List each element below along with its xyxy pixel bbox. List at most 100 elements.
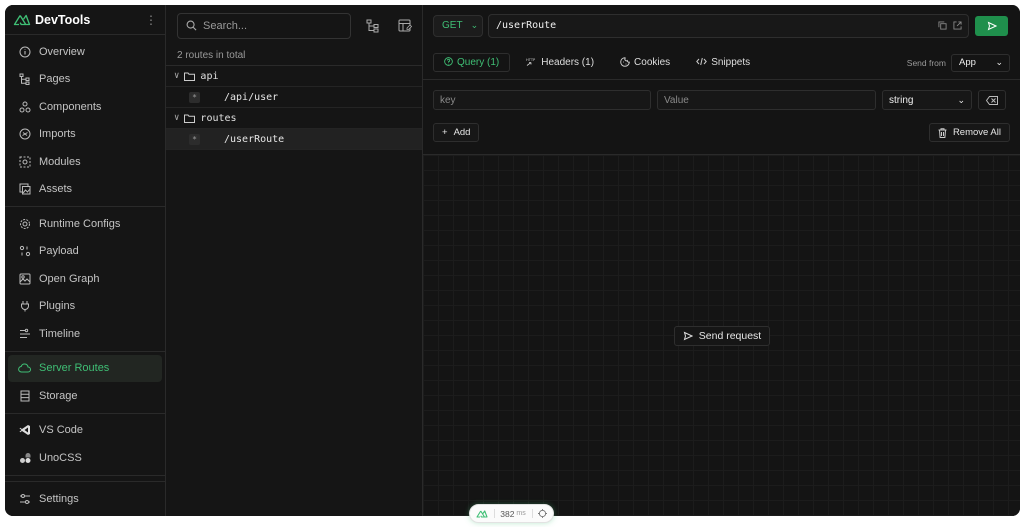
sidebar-item-label: Storage	[39, 389, 78, 402]
tab-query[interactable]: Query (1)	[433, 53, 511, 72]
tab-label: Snippets	[711, 57, 751, 68]
table-edit-icon[interactable]	[396, 17, 414, 35]
send-button[interactable]	[975, 15, 1008, 36]
sidebar-item-label: UnoCSS	[39, 451, 82, 464]
svg-text:HTTP: HTTP	[526, 58, 536, 62]
open-graph-icon	[18, 272, 31, 285]
search-placeholder: Search...	[203, 19, 248, 32]
tab-cookies[interactable]: Cookies	[610, 53, 680, 72]
sidebar-item-server-routes[interactable]: Server Routes	[8, 354, 162, 382]
tab-headers[interactable]: HTTP Headers (1)	[516, 53, 604, 72]
send-from-label: Send from	[906, 57, 946, 68]
storage-icon	[18, 389, 31, 402]
chevron-down-icon: ⌄	[470, 20, 479, 30]
more-menu-icon[interactable]: ⋮	[145, 13, 157, 27]
param-type-select[interactable]: string ⌄	[882, 90, 972, 110]
sidebar-item-label: Imports	[39, 128, 76, 141]
sidebar-item-modules[interactable]: Modules	[8, 148, 162, 176]
component-inspector-button[interactable]	[532, 505, 553, 522]
routes-panel: Search... 2 routes in total ∨ api */api/us…	[166, 5, 423, 516]
sidebar-item-pages[interactable]: Pages	[8, 66, 162, 94]
chevron-down-icon: ∨	[174, 71, 180, 81]
sidebar-item-unocss[interactable]: UnoCSS	[8, 444, 162, 472]
sidebar-item-plugins[interactable]: Plugins	[8, 293, 162, 321]
routes-count: 2 routes in total	[166, 46, 422, 66]
param-key-input[interactable]: key	[433, 90, 651, 110]
sidebar-item-label: Pages	[39, 73, 71, 86]
search-input[interactable]: Search...	[177, 12, 351, 39]
param-key-placeholder: key	[440, 94, 456, 106]
param-row: key Value string ⌄	[433, 90, 1010, 110]
vscode-icon	[18, 424, 31, 437]
cloud-icon	[18, 362, 31, 375]
route-folder[interactable]: ∨ api	[166, 66, 422, 87]
sidebar-item-overview[interactable]: Overview	[8, 38, 162, 66]
delete-param-button[interactable]	[978, 90, 1006, 110]
open-external-icon[interactable]	[953, 21, 962, 30]
sidebar-item-assets[interactable]: Assets	[8, 176, 162, 204]
route-item[interactable]: * /api/user	[166, 87, 422, 108]
send-icon	[987, 21, 997, 30]
route-tree: ∨ api */api/user ∨ routes */userRoute	[166, 66, 422, 150]
settings-sliders-icon	[18, 493, 31, 506]
sidebar-group: Server Routes Storage	[5, 352, 165, 414]
sidebar-item-label: Assets	[39, 183, 73, 196]
trash-icon	[938, 127, 947, 138]
sidebar-item-runtime-configs[interactable]: Runtime Configs	[8, 210, 162, 238]
gear-icon	[18, 217, 31, 230]
send-from-select[interactable]: App ⌄	[951, 53, 1010, 72]
sidebar-item-timeline[interactable]: Timeline	[8, 320, 162, 348]
pill-logo[interactable]	[470, 505, 494, 522]
remove-all-button[interactable]: Remove All	[928, 123, 1010, 142]
devtools-status-pill[interactable]: 382 ms	[469, 504, 554, 523]
backspace-icon	[986, 95, 998, 105]
url-actions	[938, 21, 962, 30]
folder-icon	[184, 72, 196, 81]
method-value: GET	[442, 20, 463, 31]
devtools-window: DevTools ⋮ Overview Pages Components Import…	[5, 5, 1020, 516]
sidebar-item-label: Plugins	[39, 300, 76, 313]
method-select[interactable]: GET ⌄	[433, 14, 483, 37]
sidebar-item-imports[interactable]: Imports	[8, 121, 162, 149]
param-value-placeholder: Value	[664, 94, 689, 106]
param-value-input[interactable]: Value	[657, 90, 876, 110]
tab-snippets[interactable]: Snippets	[686, 53, 760, 72]
assets-icon	[18, 183, 31, 196]
param-type-value: string	[889, 94, 914, 106]
method-badge: *	[189, 91, 200, 103]
send-request-button[interactable]: Send request	[674, 326, 770, 346]
render-time: 382 ms	[494, 505, 532, 522]
render-time-unit: ms	[516, 510, 526, 517]
param-actions: + Add Remove All	[433, 123, 1010, 142]
render-time-value: 382	[500, 508, 515, 519]
copy-icon[interactable]	[938, 21, 947, 30]
sidebar-item-settings[interactable]: Settings	[8, 486, 162, 514]
route-item[interactable]: * /userRoute	[166, 129, 422, 150]
question-icon	[444, 57, 453, 68]
nuxt-logo-icon	[13, 14, 31, 25]
chevron-down-icon: ⌄	[957, 94, 965, 105]
url-value: /userRoute	[496, 20, 557, 31]
method-badge: *	[189, 133, 200, 145]
payload-icon	[18, 245, 31, 258]
add-label: Add	[453, 127, 471, 138]
plus-icon: +	[442, 127, 448, 138]
url-input[interactable]: /userRoute	[488, 13, 969, 38]
http-icon: HTTP	[526, 57, 537, 68]
tab-label: Cookies	[634, 57, 671, 68]
sidebar-item-label: Components	[39, 100, 102, 113]
sidebar-item-open-graph[interactable]: Open Graph	[8, 265, 162, 293]
sidebar-item-payload[interactable]: Payload	[8, 238, 162, 266]
route-folder[interactable]: ∨ routes	[166, 108, 422, 129]
sidebar-group: VS Code UnoCSS	[5, 414, 165, 476]
timeline-icon	[18, 327, 31, 340]
tab-label: Query (1)	[457, 57, 500, 68]
add-param-button[interactable]: + Add	[433, 123, 480, 142]
sidebar-item-components[interactable]: Components	[8, 93, 162, 121]
pages-tree-icon	[18, 73, 31, 86]
sidebar-item-storage[interactable]: Storage	[8, 382, 162, 410]
nuxt-logo-icon	[476, 509, 488, 518]
sidebar-item-label: VS Code	[39, 424, 84, 437]
sidebar-item-vs-code[interactable]: VS Code	[8, 417, 162, 445]
tree-view-icon[interactable]	[365, 17, 383, 35]
